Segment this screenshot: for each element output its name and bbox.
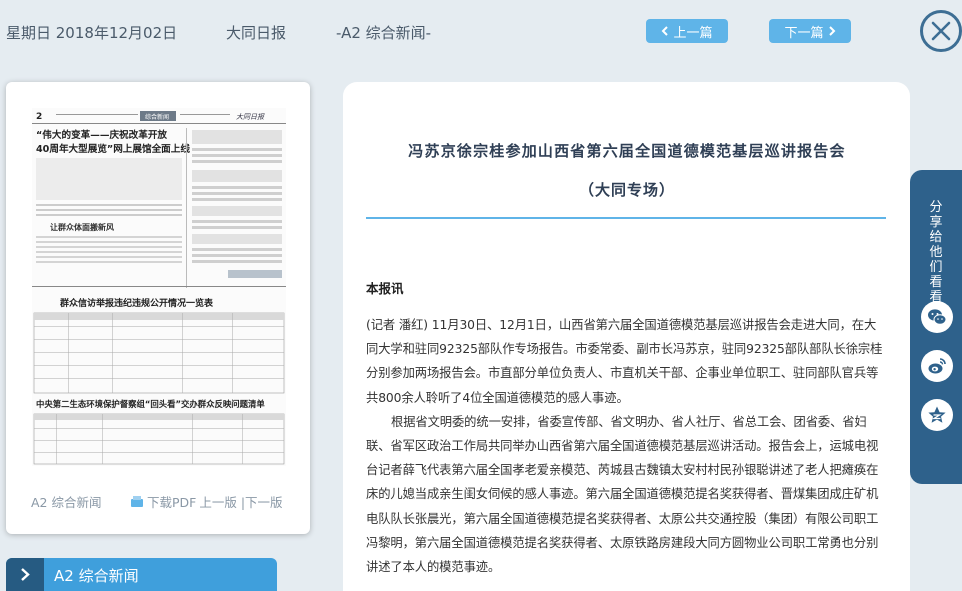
thumb-headline-4: 中央第二生态环境保护督察组“回头看”交办群众反映问题清单 [36,399,265,409]
chevron-right-icon [828,26,835,36]
pdf-nav: 下载PDF 上一版 |下一版 [130,492,283,511]
download-pdf-icon [131,496,143,507]
weibo-icon [928,358,946,374]
issue-date: 星期日 2018年12月02日 [6,24,178,42]
title-divider [366,217,886,219]
newspaper-page-thumbnail[interactable]: 2 综合新闻 大同日报 “伟大的变革——庆祝改革开放 40周年大型展览”网上展馆… [32,108,286,548]
prev-article-button[interactable]: 上一篇 [646,19,728,43]
prev-article-label: 上一篇 [673,25,713,41]
share-wechat-button[interactable] [921,301,953,333]
page-thumbnail-card: 2 综合新闻 大同日报 “伟大的变革——庆祝改革开放 40周年大型展览”网上展馆… [6,82,310,534]
thumb-headline-1b: 40周年大型展览”网上展馆全面上线 [36,143,190,155]
article-title: 冯苏京徐宗桂参加山西省第六届全国道德模范基层巡讲报告会 [408,142,846,160]
thumb-headline-3: 群众信访举报违纪违规公开情况一览表 [59,297,214,309]
section-list-item[interactable]: A2 综合新闻 [6,558,277,591]
close-button[interactable] [920,10,962,52]
qzone-icon [928,406,946,423]
thumb-headline-2: 让群众体面搬新风 [50,222,114,232]
thumb-headline-1a: “伟大的变革——庆祝改革开放 [36,129,167,141]
thumb-page-no: 2 [36,112,42,122]
share-weibo-button[interactable] [921,350,953,382]
article-subtitle: （大同专场） [578,181,675,199]
article-body: (记者 潘红) 11月30日、12月1日，山西省第六届全国道德模范基层巡讲报告会… [366,313,888,579]
wechat-icon [928,309,947,325]
close-icon [931,21,951,41]
article-paragraph-2: 根据省文明委的统一安排，省委宣传部、省文明办、省人社厅、省总工会、团省委、省妇联… [366,414,879,575]
section-chevron [6,558,44,591]
next-article-label: 下一篇 [784,25,824,41]
article-panel: 冯苏京徐宗桂参加山西省第六届全国道德模范基层巡讲报告会 （大同专场） 本报讯 (… [343,82,910,591]
share-label: 分享给他们看看 [929,200,943,305]
chevron-right-icon [21,568,30,581]
section-name: -A2 综合新闻- [336,24,432,42]
next-article-button[interactable]: 下一篇 [769,19,851,43]
thumbnail-footer: A2 综合新闻 下载PDF 上一版 |下一版 [6,492,310,512]
chevron-left-icon [662,26,669,36]
article-paragraph-1: (记者 潘红) 11月30日、12月1日，山西省第六届全国道德模范基层巡讲报告会… [366,318,883,405]
share-qzone-button[interactable] [921,399,953,431]
section-list-label: A2 综合新闻 [54,567,139,585]
top-bar: 星期日 2018年12月02日 大同日报 -A2 综合新闻- 上一篇 下一篇 [0,0,962,64]
paper-name: 大同日报 [226,24,287,42]
newspaper-layout-image: 2 综合新闻 大同日报 “伟大的变革——庆祝改革开放 40周年大型展览”网上展馆… [32,111,286,465]
article-byline: 本报讯 [366,281,404,296]
share-panel: 分享给他们看看 [910,170,962,484]
thumbnail-page: 2 综合新闻 大同日报 “伟大的变革——庆祝改革开放 40周年大型展览”网上展馆… [32,108,286,466]
thumb-section-tag: 综合新闻 [145,113,169,121]
thumb-paper-mark: 大同日报 [236,113,265,121]
page-prev-next-links[interactable]: 上一版 |下一版 [199,492,282,511]
download-pdf-link[interactable]: 下载PDF [147,492,196,511]
thumb-section-label: A2 综合新闻 [31,495,102,510]
